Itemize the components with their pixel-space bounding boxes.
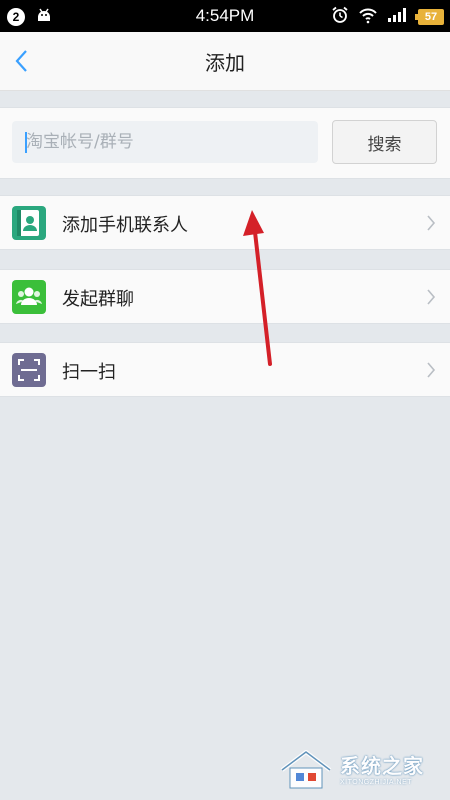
- menu-item-start-group-chat[interactable]: 发起群聊: [0, 269, 450, 324]
- scan-icon: [12, 353, 46, 387]
- battery-icon: 57: [415, 9, 444, 25]
- page-title: 添加: [205, 51, 245, 75]
- status-bar: 2 4:54PM 57: [0, 0, 450, 32]
- search-section: 搜索: [0, 107, 450, 179]
- menu-item-scan[interactable]: 扫一扫: [0, 342, 450, 397]
- chevron-right-icon: [427, 362, 436, 378]
- group-chat-icon: [12, 280, 46, 314]
- watermark: 系统之家 XITONGZHIJIA.NET: [278, 748, 446, 794]
- search-button[interactable]: 搜索: [332, 120, 437, 164]
- chevron-right-icon: [427, 215, 436, 231]
- menu-item-label: 添加手机联系人: [62, 215, 188, 236]
- status-right: 57: [331, 6, 444, 28]
- wifi-icon: [358, 6, 378, 28]
- menu-item-label: 发起群聊: [62, 289, 134, 310]
- house-logo-icon: [278, 746, 334, 796]
- text-cursor: [25, 132, 27, 153]
- alarm-icon: [331, 6, 349, 28]
- chevron-right-icon: [427, 289, 436, 305]
- menu-item-label: 扫一扫: [62, 362, 116, 383]
- search-input[interactable]: [12, 121, 318, 163]
- signal-icon: [387, 7, 409, 27]
- watermark-subtext: XITONGZHIJIA.NET: [340, 779, 413, 786]
- menu-item-add-phone-contacts[interactable]: 添加手机联系人: [0, 195, 450, 250]
- contact-card-icon: [12, 206, 46, 240]
- watermark-text: 系统之家: [340, 754, 424, 778]
- title-bar: 添加: [0, 32, 450, 91]
